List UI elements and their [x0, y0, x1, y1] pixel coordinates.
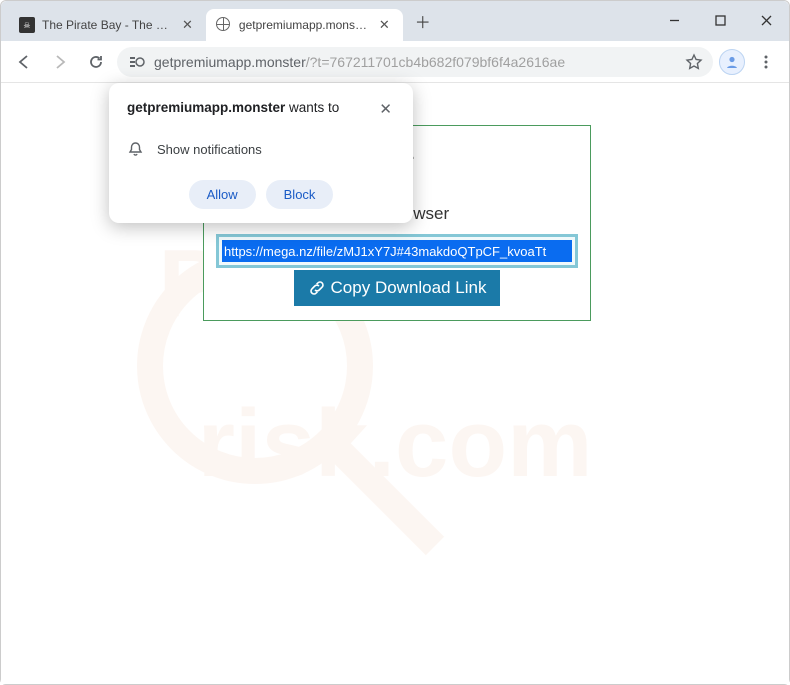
globe-favicon: [216, 17, 232, 33]
copy-link-button[interactable]: Copy Download Link: [294, 270, 501, 306]
forward-arrow-icon: [51, 53, 69, 71]
link-icon: [308, 279, 326, 297]
back-button[interactable]: [9, 47, 39, 77]
kebab-menu-button[interactable]: [751, 47, 781, 77]
allow-button[interactable]: Allow: [189, 180, 256, 209]
address-bar: getpremiumapp.monster/?t=767211701cb4b68…: [1, 41, 789, 83]
download-url-input[interactable]: [222, 240, 572, 262]
bell-icon: [127, 141, 144, 158]
permission-label: Show notifications: [157, 142, 262, 157]
reload-button[interactable]: [81, 47, 111, 77]
maximize-icon: [715, 15, 726, 26]
bookmark-star-icon[interactable]: [685, 53, 703, 71]
minimize-button[interactable]: [651, 2, 697, 38]
back-arrow-icon: [15, 53, 33, 71]
address-omnibox[interactable]: getpremiumapp.monster/?t=767211701cb4b68…: [117, 47, 713, 77]
prompt-title: getpremiumapp.monster wants to: [127, 99, 339, 117]
close-icon[interactable]: ✕: [376, 99, 395, 119]
tab-bar: ☠ The Pirate Bay - The galaxy's m… ✕ get…: [1, 1, 789, 41]
browser-window: ☠ The Pirate Bay - The galaxy's m… ✕ get…: [0, 0, 790, 685]
site-settings-icon[interactable]: [127, 52, 147, 72]
new-tab-button[interactable]: ＋: [409, 7, 437, 35]
permission-row: Show notifications: [127, 141, 395, 158]
profile-button[interactable]: [719, 49, 745, 75]
page-content: risk.com PC dy... 5 RL in browser Copy D…: [1, 83, 789, 684]
pirate-favicon: ☠: [19, 17, 35, 33]
forward-button[interactable]: [45, 47, 75, 77]
kebab-icon: [758, 54, 774, 70]
minimize-icon: [669, 15, 680, 26]
tab-getpremiumapp[interactable]: getpremiumapp.monster/?t=76… ✕: [206, 9, 403, 41]
copy-link-label: Copy Download Link: [331, 278, 487, 298]
notification-permission-prompt: getpremiumapp.monster wants to ✕ Show no…: [109, 83, 413, 223]
tab-title: getpremiumapp.monster/?t=76…: [239, 18, 369, 32]
url-input-wrapper: [216, 234, 578, 268]
close-icon[interactable]: ✕: [376, 16, 393, 34]
tab-pirate-bay[interactable]: ☠ The Pirate Bay - The galaxy's m… ✕: [9, 9, 206, 41]
window-controls: [651, 1, 789, 39]
tab-title: The Pirate Bay - The galaxy's m…: [42, 18, 172, 32]
close-icon: [761, 15, 772, 26]
svg-text:risk.com: risk.com: [198, 390, 593, 497]
close-icon[interactable]: ✕: [179, 16, 196, 34]
close-window-button[interactable]: [743, 2, 789, 38]
reload-icon: [87, 53, 105, 71]
maximize-button[interactable]: [697, 2, 743, 38]
url-display: getpremiumapp.monster/?t=767211701cb4b68…: [154, 54, 565, 70]
block-button[interactable]: Block: [266, 180, 334, 209]
profile-icon: [724, 54, 740, 70]
